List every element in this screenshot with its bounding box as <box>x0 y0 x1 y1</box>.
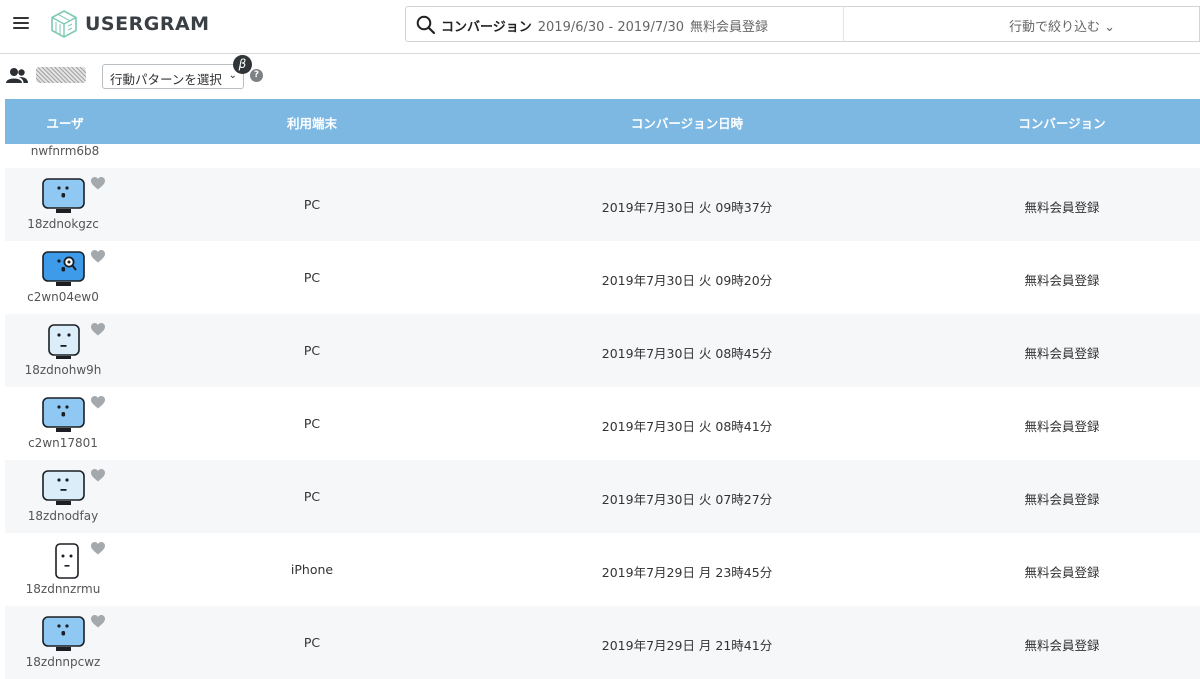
search-icon <box>416 15 436 35</box>
search-date-range: 2019/6/30 - 2019/7/30 <box>537 20 685 35</box>
search-goal: 無料会員登録 <box>690 20 769 35</box>
device-cell: PC <box>303 343 321 358</box>
conversion-datetime-cell: 2019年7月30日 火 09時20分 <box>601 273 773 288</box>
conversion-cell: 無料会員登録 <box>1024 638 1100 653</box>
column-header-conversion-datetime[interactable]: コンバージョン日時 <box>631 113 743 132</box>
pc-user-avatar-icon[interactable] <box>42 397 86 433</box>
column-header-conversion[interactable]: コンバージョン <box>1018 113 1105 132</box>
behavior-pattern-select[interactable]: 行動パターンを選択 ⌄ <box>102 64 244 89</box>
table-row[interactable]: 18zdnnzrmu iPhone 2019年7月29日 月 23時45分 無料… <box>5 533 1200 606</box>
users-icon <box>6 68 28 83</box>
table-header: ユーザ 利用端末 コンバージョン日時 コンバージョン <box>5 99 1200 144</box>
usergram-logo-icon <box>51 10 77 38</box>
beta-badge: β <box>233 55 252 74</box>
pc-user-avatar-icon[interactable] <box>42 470 86 506</box>
conversion-datetime-cell: 2019年7月30日 火 08時45分 <box>601 346 773 361</box>
app-name: USERGRAM <box>85 13 210 35</box>
favorite-heart-icon[interactable] <box>91 323 105 336</box>
table-row[interactable]: nwfnrm6b8 <box>5 144 1200 168</box>
conversion-datetime-cell: 2019年7月29日 月 23時45分 <box>601 565 773 580</box>
user-id[interactable]: 18zdnnzrmu <box>26 582 101 596</box>
conversion-cell: 無料会員登録 <box>1024 565 1100 580</box>
conversion-datetime-cell: 2019年7月29日 月 21時41分 <box>601 638 773 653</box>
behavior-filter-label: 行動で絞り込む ⌄ <box>1008 20 1115 35</box>
user-id[interactable]: c2wn04ew0 <box>27 290 99 304</box>
pc-user-avatar-icon[interactable] <box>42 178 86 214</box>
device-cell: iPhone <box>290 562 334 577</box>
pc-user-avatar-icon[interactable] <box>42 616 86 652</box>
conversion-cell: 無料会員登録 <box>1024 200 1100 215</box>
device-cell: PC <box>303 635 321 650</box>
behavior-pattern-select-label: 行動パターンを選択 <box>110 72 222 87</box>
user-id[interactable]: 18zdnnpcwz <box>26 655 101 669</box>
favorite-heart-icon[interactable] <box>91 396 105 409</box>
favorite-heart-icon[interactable] <box>91 177 105 190</box>
conversion-cell: 無料会員登録 <box>1024 273 1100 288</box>
pc-user-avatar-magnifier-icon[interactable] <box>42 251 86 287</box>
chevron-down-icon: ⌄ <box>1104 20 1115 35</box>
favorite-heart-icon[interactable] <box>91 542 105 555</box>
favorite-heart-icon[interactable] <box>91 250 105 263</box>
conversion-datetime-cell: 2019年7月30日 火 08時41分 <box>601 419 773 434</box>
table-row[interactable]: 18zdnohw9h PC 2019年7月30日 火 08時45分 無料会員登録 <box>5 314 1200 387</box>
column-header-user[interactable]: ユーザ <box>46 113 83 132</box>
user-id[interactable]: 18zdnohw9h <box>25 363 102 377</box>
conversion-cell: 無料会員登録 <box>1024 492 1100 507</box>
behavior-filter-dropdown[interactable]: 行動で絞り込む ⌄ <box>843 6 1200 42</box>
device-cell: PC <box>303 489 321 504</box>
device-cell: PC <box>303 197 321 212</box>
user-id[interactable]: 18zdnodfay <box>28 509 98 523</box>
conversion-search-box[interactable]: コンバージョン 2019/6/30 - 2019/7/30 無料会員登録 <box>405 6 843 42</box>
user-id[interactable]: c2wn17801 <box>28 436 98 450</box>
blurred-user-name <box>36 67 86 83</box>
pc-user-avatar-icon[interactable] <box>42 324 86 360</box>
top-header: USERGRAM コンバージョン 2019/6/30 - 2019/7/30 無料会… <box>0 0 1200 54</box>
conversion-cell: 無料会員登録 <box>1024 346 1100 361</box>
toolbar: 行動パターンを選択 ⌄ β ? <box>0 55 1200 99</box>
column-header-device[interactable]: 利用端末 <box>287 113 337 132</box>
search-conversion-label: コンバージョン <box>441 20 532 35</box>
table-row[interactable]: 18zdnokgzc PC 2019年7月30日 火 09時37分 無料会員登録 <box>5 168 1200 241</box>
favorite-heart-icon[interactable] <box>91 615 105 628</box>
smartphone-user-avatar-icon[interactable] <box>42 543 86 579</box>
conversion-user-table: ユーザ 利用端末 コンバージョン日時 コンバージョン nwfnrm6b8 18z… <box>5 99 1200 679</box>
device-cell: PC <box>303 270 321 285</box>
favorite-heart-icon[interactable] <box>91 469 105 482</box>
help-icon[interactable]: ? <box>250 69 263 82</box>
device-cell: PC <box>303 416 321 431</box>
conversion-datetime-cell: 2019年7月30日 火 07時27分 <box>601 492 773 507</box>
conversion-cell: 無料会員登録 <box>1024 419 1100 434</box>
table-row[interactable]: 18zdnnpcwz PC 2019年7月29日 月 21時41分 無料会員登録 <box>5 606 1200 679</box>
user-id[interactable]: nwfnrm6b8 <box>31 144 100 158</box>
table-row[interactable]: c2wn17801 PC 2019年7月30日 火 08時41分 無料会員登録 <box>5 387 1200 460</box>
conversion-datetime-cell: 2019年7月30日 火 09時37分 <box>601 200 773 215</box>
table-row[interactable]: 18zdnodfay PC 2019年7月30日 火 07時27分 無料会員登録 <box>5 460 1200 533</box>
user-id[interactable]: 18zdnokgzc <box>27 217 99 231</box>
table-row[interactable]: c2wn04ew0 PC 2019年7月30日 火 09時20分 無料会員登録 <box>5 241 1200 314</box>
search-query-text: コンバージョン 2019/6/30 - 2019/7/30 無料会員登録 <box>441 16 768 35</box>
hamburger-menu-icon[interactable] <box>13 16 29 30</box>
